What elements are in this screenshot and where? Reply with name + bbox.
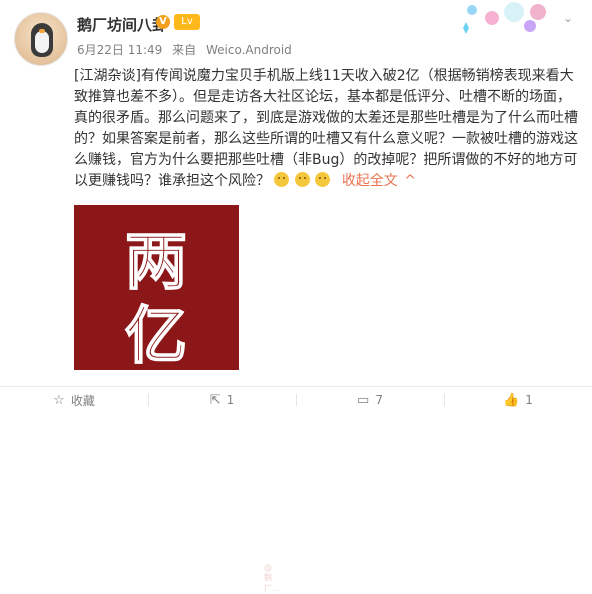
- post-content: [江湖杂谈]有传闻说魔力宝贝手机版上线11天收入破2亿（根据畅销榜表现来看大致推…: [74, 66, 582, 192]
- image-artwork: 两 亿: [74, 205, 239, 370]
- star-icon: ☆: [53, 392, 65, 408]
- repost-button[interactable]: ⇱ 1: [148, 387, 296, 413]
- sticker-decoration-icon: [463, 2, 546, 34]
- action-bar: ☆ 收藏 ⇱ 1 ▭ 7 👍 1: [0, 387, 592, 413]
- emoji-icon: [315, 172, 331, 187]
- comment-button[interactable]: ▭ 7: [296, 387, 444, 413]
- favorite-label: 收藏: [70, 393, 95, 408]
- like-count: 1: [525, 393, 533, 407]
- post-meta: 6月22日 11:49 来自 Weico.Android: [77, 41, 298, 58]
- image-text-1: 两: [125, 225, 187, 298]
- repost-icon: ⇱: [209, 392, 221, 408]
- repost-count: 1: [226, 393, 235, 407]
- image-watermark: @鹅厂...: [264, 563, 280, 593]
- favorite-button[interactable]: ☆ 收藏: [0, 387, 148, 413]
- comment-count: 7: [375, 393, 383, 407]
- collapse-text-link[interactable]: 收起全文: [342, 173, 398, 189]
- penguin-belly: [35, 31, 49, 53]
- via-prefix: 来自: [172, 43, 197, 57]
- chevron-up-icon[interactable]: ^: [404, 173, 416, 189]
- penguin-beak: [39, 29, 45, 33]
- post-text: [江湖杂谈]有传闻说魔力宝贝手机版上线11天收入破2亿（根据畅销榜表现来看大致推…: [74, 68, 578, 189]
- level-badge-icon: Lv: [174, 14, 200, 30]
- author-name[interactable]: 鹅厂坊间八卦: [77, 14, 167, 35]
- emoji-icon: [294, 172, 310, 187]
- thumbs-up-icon: 👍: [503, 392, 520, 408]
- comment-icon: ▭: [357, 392, 370, 408]
- chevron-down-icon[interactable]: ⌄: [563, 12, 575, 24]
- post-client[interactable]: Weico.Android: [206, 43, 292, 57]
- post-image[interactable]: 两 亿 @鹅厂...: [74, 205, 280, 593]
- image-text-2: 亿: [125, 299, 187, 370]
- avatar[interactable]: [14, 12, 68, 66]
- post-date[interactable]: 6月22日 11:49: [77, 43, 162, 57]
- verified-badge-icon: V: [156, 15, 170, 29]
- emoji-icon: [274, 172, 290, 187]
- like-button[interactable]: 👍 1: [444, 387, 592, 413]
